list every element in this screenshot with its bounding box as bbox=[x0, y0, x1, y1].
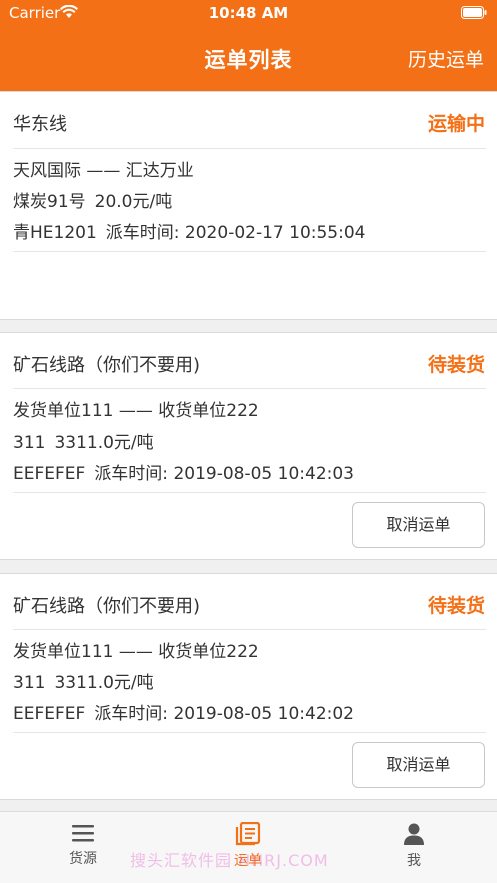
status-badge: 待装货 bbox=[427, 595, 485, 617]
route-name: 矿石线路（你们不要用) bbox=[13, 596, 201, 617]
cargo-name: 311 bbox=[13, 433, 46, 453]
divider bbox=[13, 148, 486, 149]
divider bbox=[13, 388, 486, 389]
status-badge: 运输中 bbox=[427, 113, 485, 135]
cancel-order-button[interactable]: 取消运单 bbox=[352, 742, 485, 788]
cargo-price-line: 311 3311.0元/吨 bbox=[13, 428, 154, 453]
tab-label: 货源 bbox=[69, 851, 97, 867]
app-screen: Carrier 10:48 AM 运单列表 历史运单 华东线 运输中 天风国际 … bbox=[0, 0, 497, 883]
cargo-price: 3311.0元/吨 bbox=[54, 433, 154, 453]
person-icon bbox=[404, 823, 424, 845]
order-card[interactable]: 矿石线路（你们不要用) 待装货 发货单位111 —— 收货单位222 311 33… bbox=[0, 332, 497, 560]
cargo-price: 20.0元/吨 bbox=[94, 192, 173, 212]
plate-number: EEFEFEF bbox=[13, 704, 86, 724]
vehicle-line: EEFEFEF 派车时间: 2019-08-05 10:42:03 bbox=[13, 459, 354, 484]
cargo-price-line: 311 3311.0元/吨 bbox=[13, 668, 154, 693]
order-parties: 发货单位111 —— 收货单位222 bbox=[13, 401, 259, 421]
vehicle-line: EEFEFEF 派车时间: 2019-08-05 10:42:02 bbox=[13, 699, 354, 724]
divider bbox=[13, 629, 486, 630]
route-name: 矿石线路（你们不要用) bbox=[13, 355, 201, 376]
status-badge: 待装货 bbox=[427, 354, 485, 376]
nav-header: Carrier 10:48 AM 运单列表 历史运单 bbox=[0, 0, 497, 91]
divider bbox=[13, 732, 486, 733]
clock: 10:48 AM bbox=[208, 4, 289, 22]
route-name: 华东线 bbox=[13, 114, 67, 135]
dispatch-time: 派车时间: 2019-08-05 10:42:02 bbox=[94, 704, 354, 724]
plate-number: 青HE1201 bbox=[13, 223, 97, 243]
cargo-price: 3311.0元/吨 bbox=[54, 673, 154, 693]
status-bar: Carrier 10:48 AM bbox=[0, 0, 497, 26]
history-orders-button[interactable]: 历史运单 bbox=[408, 45, 484, 72]
plate-number: EEFEFEF bbox=[13, 464, 86, 484]
document-icon bbox=[235, 822, 261, 846]
tab-me[interactable]: 我 bbox=[369, 822, 459, 870]
menu-icon bbox=[72, 825, 94, 842]
order-card[interactable]: 华东线 运输中 天风国际 —— 汇达万业 煤炭91号 20.0元/吨 青HE120… bbox=[0, 91, 497, 320]
vehicle-line: 青HE1201 派车时间: 2020-02-17 10:55:04 bbox=[13, 218, 365, 243]
cargo-name: 煤炭91号 bbox=[13, 192, 86, 212]
order-parties: 天风国际 —— 汇达万业 bbox=[13, 161, 194, 181]
tab-waybill[interactable]: 运单 bbox=[203, 822, 293, 870]
cargo-price-line: 煤炭91号 20.0元/吨 bbox=[13, 187, 172, 212]
tab-cargo-source[interactable]: 货源 bbox=[38, 822, 128, 868]
divider bbox=[13, 251, 486, 252]
order-card[interactable]: 矿石线路（你们不要用) 待装货 发货单位111 —— 收货单位222 311 33… bbox=[0, 573, 497, 800]
cancel-order-button[interactable]: 取消运单 bbox=[352, 502, 485, 548]
order-parties: 发货单位111 —— 收货单位222 bbox=[13, 642, 259, 662]
divider bbox=[13, 492, 486, 493]
tab-label: 我 bbox=[407, 853, 421, 869]
tab-label: 运单 bbox=[234, 853, 262, 869]
battery-icon bbox=[461, 6, 487, 19]
tab-bar: 货源 运单 我 搜头汇软件园 HHRJ.COM bbox=[0, 811, 497, 883]
cargo-name: 311 bbox=[13, 673, 46, 693]
dispatch-time: 派车时间: 2020-02-17 10:55:04 bbox=[105, 223, 366, 243]
dispatch-time: 派车时间: 2019-08-05 10:42:03 bbox=[94, 464, 354, 484]
